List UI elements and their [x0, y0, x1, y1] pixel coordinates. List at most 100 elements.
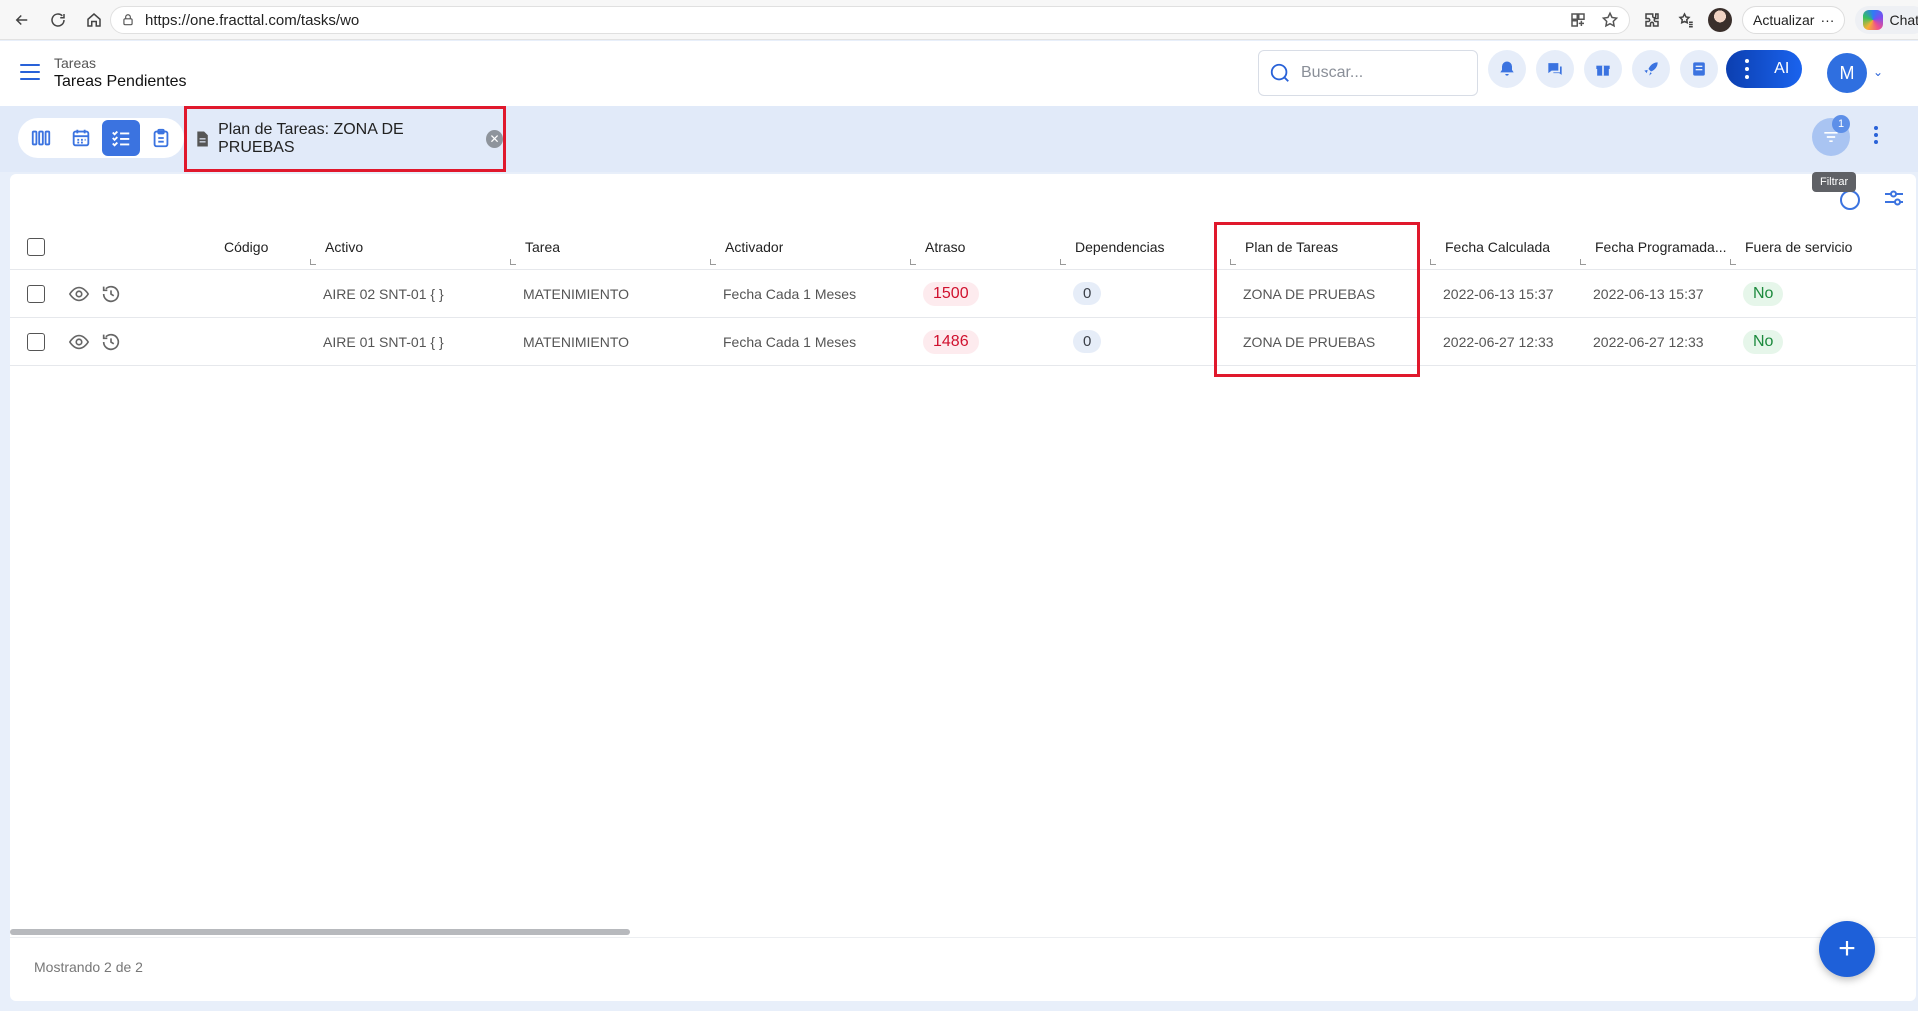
update-button[interactable]: Actualizar ··· [1742, 6, 1846, 34]
column-header-activador[interactable]: Activador [725, 224, 783, 269]
column-resize-handle[interactable] [1230, 259, 1236, 265]
list-view-icon[interactable] [102, 120, 140, 156]
column-resize-handle[interactable] [1430, 259, 1436, 265]
cell-fecha-calculada: 2022-06-13 15:37 [1443, 285, 1554, 302]
cell-activador: Fecha Cada 1 Meses [723, 285, 857, 302]
row-checkbox[interactable] [27, 332, 45, 351]
cell-plan-de-tareas: ZONA DE PRUEBAS [1243, 285, 1376, 302]
column-header-codigo[interactable]: Código [224, 224, 268, 269]
delay-badge: 1500 [923, 281, 979, 306]
column-resize-handle[interactable] [510, 259, 516, 265]
out-of-service-badge: No [1743, 281, 1784, 306]
user-avatar[interactable]: M [1827, 53, 1867, 93]
clipboard-view-icon[interactable] [142, 120, 180, 156]
star-icon[interactable] [1601, 11, 1619, 29]
table-header-row: Código Activo Tarea Activador Atraso Dep… [10, 224, 1916, 270]
home-icon[interactable] [80, 6, 108, 34]
column-header-fecha-programada[interactable]: Fecha Programada... [1595, 224, 1730, 269]
rocket-icon[interactable] [1632, 50, 1670, 88]
cell-activador: Fecha Cada 1 Meses [723, 333, 857, 350]
ai-dots-icon [1744, 59, 1749, 79]
filter-chip-label: Plan de Tareas: ZONA DE PRUEBAS [218, 121, 404, 156]
column-header-plan-de-tareas[interactable]: Plan de Tareas [1245, 224, 1338, 269]
column-header-fuera-de-servicio[interactable]: Fuera de servicio [1745, 224, 1852, 269]
columns-view-icon[interactable] [22, 120, 60, 156]
dependencies-badge: 0 [1073, 282, 1102, 305]
column-resize-handle[interactable] [310, 259, 316, 265]
back-icon[interactable] [8, 6, 36, 34]
reload-icon[interactable] [44, 6, 72, 34]
history-icon[interactable] [100, 331, 122, 353]
out-of-service-badge: No [1743, 329, 1784, 354]
column-resize-handle[interactable] [710, 259, 716, 265]
cell-fecha-programada: 2022-06-27 12:33 [1593, 333, 1704, 350]
cell-fecha-programada: 2022-06-13 15:37 [1593, 285, 1704, 302]
add-task-button[interactable]: + [1819, 921, 1875, 977]
settings-sliders-icon[interactable] [1882, 186, 1906, 213]
messages-icon[interactable] [1536, 50, 1574, 88]
extensions-icon[interactable] [1640, 8, 1664, 32]
calendar-view-icon[interactable] [62, 120, 100, 156]
column-header-atraso[interactable]: Atraso [925, 224, 965, 269]
app-header: Tareas Tareas Pendientes AI M ⌄ [0, 41, 1918, 106]
footer-divider [10, 937, 1916, 938]
address-bar[interactable]: https://one.fracttal.com/tasks/wo [110, 6, 1630, 34]
cell-tarea: MATENIMIENTO [523, 333, 630, 350]
chat-label: Chat [1889, 12, 1918, 28]
gift-icon[interactable] [1584, 50, 1622, 88]
favorites-icon[interactable] [1674, 8, 1698, 32]
column-resize-handle[interactable] [1060, 259, 1066, 265]
breadcrumb[interactable]: Tareas [54, 55, 187, 71]
cell-activo: AIRE 02 SNT-01 { } [323, 285, 444, 302]
file-icon [197, 131, 208, 147]
column-resize-handle[interactable] [910, 259, 916, 265]
cell-activo: AIRE 01 SNT-01 { } [323, 333, 444, 350]
refresh-ring-icon[interactable] [1840, 189, 1860, 210]
eye-icon[interactable] [68, 283, 90, 305]
filter-count-badge: 1 [1832, 115, 1850, 133]
update-label: Actualizar [1753, 12, 1815, 28]
delay-badge: 1486 [923, 329, 979, 354]
copilot-icon [1863, 10, 1884, 30]
table-row[interactable]: AIRE 01 SNT-01 { } MATENIMIENTO Fecha Ca… [10, 318, 1916, 366]
select-all-checkbox[interactable] [27, 237, 45, 256]
tasks-table: Código Activo Tarea Activador Atraso Dep… [10, 224, 1916, 366]
search-box[interactable] [1258, 50, 1478, 96]
horizontal-scrollbar[interactable] [10, 929, 630, 935]
view-switcher [18, 118, 184, 158]
more-icon: ··· [1820, 12, 1835, 28]
search-input[interactable] [1301, 64, 1461, 82]
history-icon[interactable] [100, 283, 122, 305]
copilot-chat-button[interactable]: Chat [1855, 6, 1918, 34]
document-icon[interactable] [1680, 50, 1718, 88]
table-row[interactable]: AIRE 02 SNT-01 { } MATENIMIENTO Fecha Ca… [10, 270, 1916, 318]
chevron-down-icon[interactable]: ⌄ [1873, 65, 1883, 79]
column-header-tarea[interactable]: Tarea [525, 224, 560, 269]
column-header-activo[interactable]: Activo [325, 224, 363, 269]
app-grid-icon[interactable] [1569, 11, 1587, 29]
profile-avatar[interactable] [1708, 8, 1732, 32]
notifications-icon[interactable] [1488, 50, 1526, 88]
search-icon [1270, 63, 1289, 82]
dependencies-badge: 0 [1073, 330, 1102, 353]
url-text: https://one.fracttal.com/tasks/wo [145, 11, 360, 29]
record-count: Mostrando 2 de 2 [34, 959, 143, 975]
filter-tooltip: Filtrar [1812, 172, 1857, 192]
more-options-icon[interactable] [1874, 126, 1878, 144]
lock-icon [123, 14, 133, 26]
column-resize-handle[interactable] [1730, 259, 1736, 265]
eye-icon[interactable] [68, 331, 90, 353]
ai-button[interactable]: AI [1726, 50, 1802, 88]
ai-label: AI [1774, 60, 1790, 77]
tasks-card: Código Activo Tarea Activador Atraso Dep… [10, 174, 1916, 1001]
close-icon[interactable]: ✕ [485, 130, 503, 148]
column-resize-handle[interactable] [1580, 259, 1586, 265]
row-checkbox[interactable] [27, 284, 45, 303]
view-toolbar: Plan de Tareas: ZONA DE PRUEBAS ✕ 1 [0, 106, 1918, 172]
page-title: Tareas Pendientes [54, 73, 187, 90]
column-header-fecha-calculada[interactable]: Fecha Calculada [1445, 224, 1550, 269]
menu-icon[interactable] [20, 64, 40, 85]
column-header-dependencias[interactable]: Dependencias [1075, 224, 1165, 269]
active-filter-chip: Plan de Tareas: ZONA DE PRUEBAS ✕ [184, 106, 506, 172]
cell-tarea: MATENIMIENTO [523, 285, 630, 302]
